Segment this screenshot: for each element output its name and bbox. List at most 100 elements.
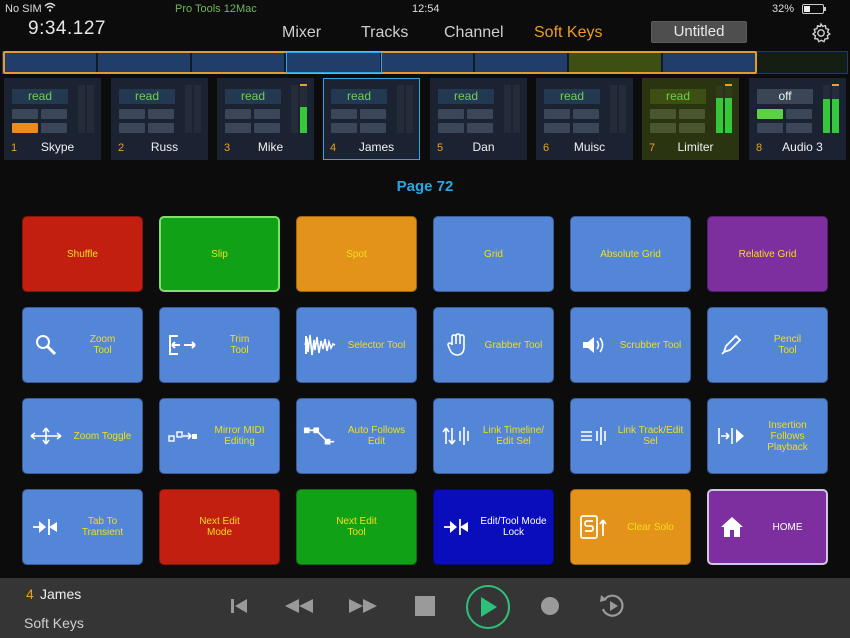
automation-mode-button[interactable]: read [331,89,387,104]
record-arm-button[interactable] [119,109,145,119]
tab-soft-keys[interactable]: Soft Keys [534,24,602,42]
track-strip[interactable]: read 1 Skype [4,78,101,160]
softkey-relative-grid[interactable]: Relative Grid [707,216,828,292]
solo-button[interactable] [225,123,251,133]
automation-mode-button[interactable]: read [438,89,494,104]
softkey-tab-to-transient[interactable]: Tab To Transient [22,489,143,565]
softkey-zoom-tool[interactable]: Zoom Tool [22,307,143,383]
track-strip[interactable]: read 5 Dan [430,78,527,160]
input-monitor-button[interactable] [254,109,280,119]
stop-button[interactable] [409,590,441,622]
tab-mixer[interactable]: Mixer [282,24,321,42]
softkey-shuffle[interactable]: Shuffle [22,216,143,292]
softkey-label: Tab To Transient [81,516,124,538]
softkey-pencil-tool[interactable]: Pencil Tool [707,307,828,383]
tab-channel[interactable]: Channel [444,24,504,42]
mute-button[interactable] [41,123,67,133]
tab-tracks[interactable]: Tracks [361,24,408,42]
gear-icon[interactable] [810,22,832,44]
softkey-link-timeline-edit-sel[interactable]: Link Timeline/ Edit Sel [433,398,554,474]
softkey-insertion-follows-playback[interactable]: Insertion Follows Playback [707,398,828,474]
softkey-spot[interactable]: Spot [296,216,417,292]
softkey-scrubber-tool[interactable]: Scrubber Tool [570,307,691,383]
track-strip[interactable]: read 7 Limiter [642,78,739,160]
input-monitor-button[interactable] [573,109,599,119]
softkey-auto-follows-edit[interactable]: Auto Follows Edit [296,398,417,474]
softkey-slip[interactable]: Slip [159,216,280,292]
session-title-button[interactable]: Untitled [651,21,747,43]
track-number: 8 [756,142,763,154]
solo-button[interactable] [119,123,145,133]
input-monitor-button[interactable] [41,109,67,119]
solo-button[interactable] [757,123,783,133]
automation-mode-button[interactable]: read [225,89,281,104]
softkey-label: Selector Tool [347,339,406,351]
softkey-label: Edit/Tool Mode Lock [480,516,547,538]
softkey-next-edit-tool[interactable]: Next Edit Tool [296,489,417,565]
solo-button[interactable] [650,123,676,133]
softkey-link-track-edit-sel[interactable]: Link Track/Edit Sel [570,398,691,474]
mute-button[interactable] [360,123,386,133]
softkey-absolute-grid[interactable]: Absolute Grid [570,216,691,292]
softkey-grabber-tool[interactable]: Grabber Tool [433,307,554,383]
mute-button[interactable] [679,123,705,133]
softkey-label: Auto Follows Edit [347,425,406,447]
level-meter [610,85,617,133]
softkey-next-edit-mode[interactable]: Next Edit Mode [159,489,280,565]
input-monitor-button[interactable] [148,109,174,119]
peak-indicator [832,84,839,86]
softkey-zoom-toggle[interactable]: Zoom Toggle [22,398,143,474]
record-arm-button[interactable] [331,109,357,119]
automation-mode-button[interactable]: read [544,89,600,104]
record-arm-button[interactable] [225,109,251,119]
track-name: Mike [257,140,284,154]
mirror-midi-icon [166,419,200,453]
automation-mode-button[interactable]: read [119,89,175,104]
input-monitor-button[interactable] [360,109,386,119]
softkey-home[interactable]: HOME [707,489,828,565]
softkey-trim-tool[interactable]: Trim Tool [159,307,280,383]
track-strip[interactable]: read 4 James [323,78,420,160]
rewind-button[interactable] [283,590,315,622]
track-strip[interactable]: off 8 Audio 3 [749,78,846,160]
solo-button[interactable] [438,123,464,133]
loop-button[interactable] [596,590,628,622]
softkey-edit-tool-mode-lock[interactable]: Edit/Tool Mode Lock [433,489,554,565]
mute-button[interactable] [254,123,280,133]
record-arm-button[interactable] [438,109,464,119]
play-button[interactable] [466,585,510,629]
track-strip[interactable]: read 3 Mike [217,78,314,160]
bank-navigator[interactable] [2,51,848,74]
record-arm-button[interactable] [650,109,676,119]
automation-mode-button[interactable]: off [757,89,813,104]
input-monitor-button[interactable] [786,109,812,119]
record-arm-button[interactable] [544,109,570,119]
fast-forward-button[interactable] [347,590,379,622]
bank-segment[interactable] [757,53,847,72]
automation-mode-button[interactable]: read [12,89,68,104]
track-strip[interactable]: read 6 Muisc [536,78,633,160]
record-arm-button[interactable] [757,109,783,119]
input-monitor-button[interactable] [679,109,705,119]
record-arm-button[interactable] [12,109,38,119]
mute-button[interactable] [148,123,174,133]
softkey-clear-solo[interactable]: Clear Solo [570,489,691,565]
automation-mode-button[interactable]: read [650,89,706,104]
mute-button[interactable] [467,123,493,133]
insertion-follows-icon [714,419,748,453]
return-to-zero-button[interactable] [223,590,255,622]
input-monitor-button[interactable] [467,109,493,119]
track-strip[interactable]: read 2 Russ [111,78,208,160]
softkey-grid[interactable]: Grid [433,216,554,292]
solo-button[interactable] [12,123,38,133]
app-name: Pro Tools 12Mac [175,3,257,15]
mute-button[interactable] [786,123,812,133]
softkey-label: Next Edit Tool [336,516,377,538]
solo-button[interactable] [331,123,357,133]
softkey-label: Insertion Follows Playback [767,419,808,453]
softkey-mirror-midi-editing[interactable]: Mirror MIDI Editing [159,398,280,474]
softkey-selector-tool[interactable]: Selector Tool [296,307,417,383]
mute-button[interactable] [573,123,599,133]
record-button[interactable] [534,590,566,622]
solo-button[interactable] [544,123,570,133]
